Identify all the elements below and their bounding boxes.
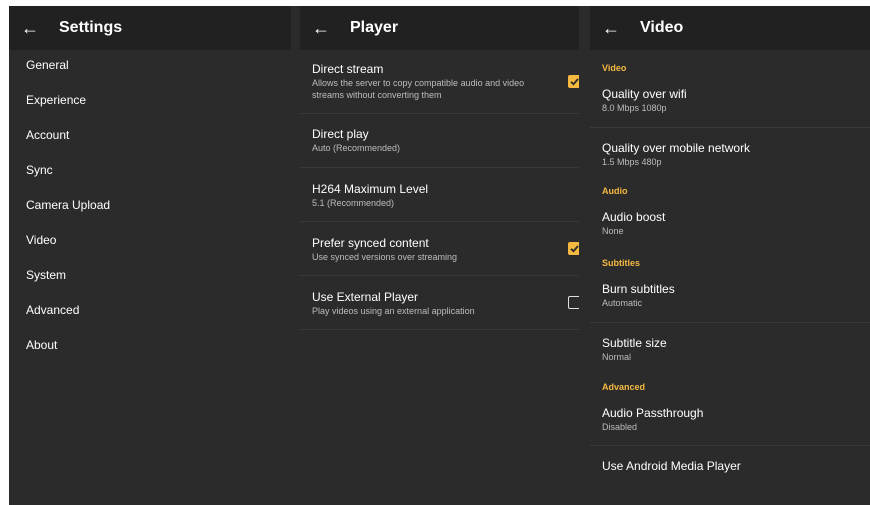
setting-subtitle: None	[602, 226, 624, 236]
nav-item-video[interactable]: Video	[9, 228, 291, 263]
setting-title: H264 Maximum Level	[312, 182, 429, 196]
back-arrow-icon[interactable]: ←	[9, 18, 59, 39]
setting-title: Quality over mobile network	[602, 141, 751, 155]
setting-audio-passthrough[interactable]: Audio Passthrough Disabled	[590, 392, 870, 446]
setting-title: Subtitle size	[602, 336, 667, 350]
nav-item-system[interactable]: System	[9, 263, 291, 298]
setting-title: Use Android Media Player	[602, 459, 741, 473]
setting-android-media-player[interactable]: Use Android Media Player	[590, 446, 870, 474]
settings-nav: General Experience Account Sync Camera U…	[9, 50, 291, 368]
setting-subtitle: 5.1 (Recommended)	[312, 198, 395, 208]
setting-prefer-synced[interactable]: Prefer synced content Use synced version…	[300, 222, 579, 276]
setting-direct-play[interactable]: Direct play Auto (Recommended)	[300, 114, 579, 168]
setting-title: Direct stream	[312, 62, 384, 76]
section-header-video: Video	[602, 63, 627, 73]
video-pane: ← Video Video Quality over wifi 8.0 Mbps…	[590, 6, 870, 505]
setting-subtitle: Automatic	[602, 298, 643, 308]
setting-subtitle: 8.0 Mbps 1080p	[602, 103, 667, 113]
video-header: ← Video	[590, 6, 870, 50]
setting-subtitle: Allows the server to copy compatible aud…	[312, 78, 525, 100]
setting-title: Audio Passthrough	[602, 406, 704, 420]
nav-item-experience[interactable]: Experience	[9, 88, 291, 123]
setting-subtitle: Disabled	[602, 422, 638, 432]
section-header-audio: Audio	[602, 186, 628, 196]
setting-title: Use External Player	[312, 290, 419, 304]
player-title: Player	[350, 19, 399, 36]
nav-item-camera-upload[interactable]: Camera Upload	[9, 193, 291, 228]
nav-item-sync[interactable]: Sync	[9, 158, 291, 193]
settings-pane: ← Settings General Experience Account Sy…	[9, 6, 291, 505]
back-arrow-icon[interactable]: ←	[590, 18, 640, 39]
setting-subtitle: Normal	[602, 352, 632, 362]
setting-subtitle: 1.5 Mbps 480p	[602, 157, 662, 167]
setting-audio-boost[interactable]: Audio boost None	[590, 196, 870, 237]
settings-title: Settings	[59, 19, 123, 36]
setting-subtitle: Use synced versions over streaming	[312, 252, 458, 262]
setting-title: Burn subtitles	[602, 282, 675, 296]
settings-header: ← Settings	[9, 6, 291, 50]
setting-title: Prefer synced content	[312, 236, 429, 250]
setting-title: Direct play	[312, 127, 369, 141]
setting-subtitle: Play videos using an external applicatio…	[312, 306, 475, 316]
player-header: ← Player	[300, 6, 579, 50]
player-pane: ← Player Direct stream Allows the server…	[300, 6, 579, 505]
nav-item-account[interactable]: Account	[9, 123, 291, 158]
setting-burn-subtitles[interactable]: Burn subtitles Automatic	[590, 268, 870, 323]
setting-quality-wifi[interactable]: Quality over wifi 8.0 Mbps 1080p	[590, 73, 870, 128]
nav-item-about[interactable]: About	[9, 333, 291, 368]
section-header-advanced: Advanced	[602, 382, 646, 392]
nav-item-general[interactable]: General	[9, 53, 291, 88]
checkbox-checked-icon[interactable]	[568, 74, 579, 88]
setting-subtitle: Auto (Recommended)	[312, 143, 401, 153]
setting-direct-stream[interactable]: Direct stream Allows the server to copy …	[300, 50, 579, 114]
nav-item-advanced[interactable]: Advanced	[9, 298, 291, 333]
setting-quality-mobile[interactable]: Quality over mobile network 1.5 Mbps 480…	[590, 128, 870, 168]
checkbox-unchecked-icon[interactable]	[568, 295, 579, 309]
setting-external-player[interactable]: Use External Player Play videos using an…	[300, 276, 579, 330]
back-arrow-icon[interactable]: ←	[300, 18, 350, 39]
section-header-subtitles: Subtitles	[602, 258, 641, 268]
video-title: Video	[640, 19, 684, 36]
setting-title: Audio boost	[602, 210, 666, 224]
setting-title: Quality over wifi	[602, 87, 687, 101]
setting-subtitle-size[interactable]: Subtitle size Normal	[590, 323, 870, 363]
app-window: ← Settings General Experience Account Sy…	[9, 6, 870, 505]
setting-h264-level[interactable]: H264 Maximum Level 5.1 (Recommended)	[300, 168, 579, 222]
checkbox-checked-icon[interactable]	[568, 241, 579, 255]
